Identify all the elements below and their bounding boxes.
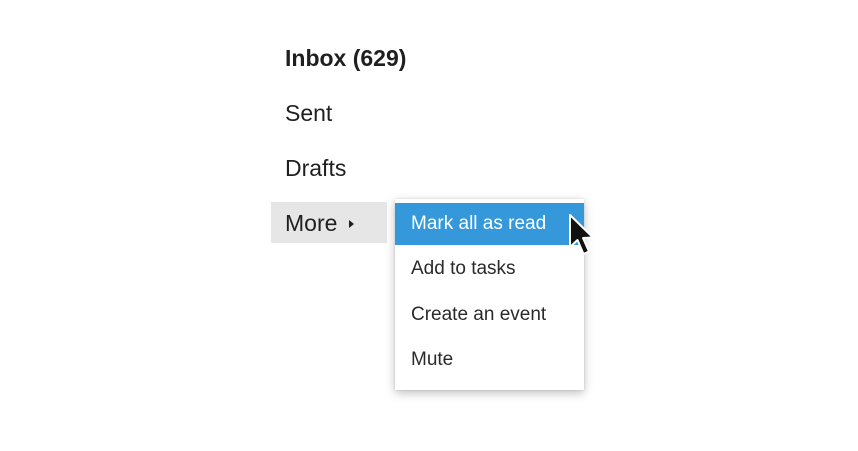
caret-right-icon (349, 219, 355, 228)
menu-item-add-to-tasks[interactable]: Add to tasks (395, 248, 584, 290)
nav-item-sent[interactable]: Sent (285, 99, 332, 127)
mouse-pointer-icon (569, 214, 594, 255)
menu-item-mark-all-as-read[interactable]: Mark all as read (395, 203, 584, 245)
nav-item-label: Drafts (285, 155, 347, 181)
nav-item-drafts[interactable]: Drafts (285, 154, 346, 182)
nav-item-more[interactable]: More (271, 202, 387, 243)
menu-item-mute[interactable]: Mute (395, 339, 584, 381)
menu-item-label: Add to tasks (411, 258, 516, 279)
more-context-menu: Mark all as read Add to tasks Create an … (395, 199, 584, 390)
nav-item-label: Sent (285, 100, 333, 126)
nav-item-label: More (285, 209, 338, 236)
menu-item-create-an-event[interactable]: Create an event (395, 294, 584, 336)
nav-item-label: Inbox (629) (285, 45, 407, 71)
menu-item-label: Mute (411, 349, 454, 370)
menu-item-label: Create an event (411, 304, 547, 325)
nav-item-inbox[interactable]: Inbox (629) (285, 44, 406, 72)
menu-item-label: Mark all as read (411, 213, 547, 234)
